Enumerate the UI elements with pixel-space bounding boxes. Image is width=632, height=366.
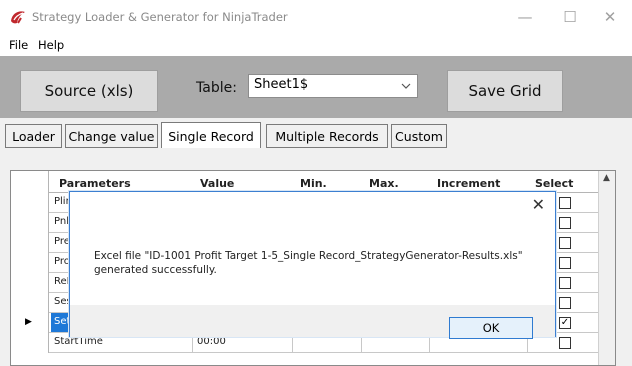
header-value[interactable]: Value: [200, 177, 234, 190]
title-bar: Strategy Loader & Generator for NinjaTra…: [0, 0, 632, 34]
row-header[interactable]: [11, 233, 49, 253]
select-checkbox[interactable]: [559, 257, 571, 269]
row-header[interactable]: [11, 213, 49, 233]
table-select[interactable]: Sheet1$: [248, 74, 418, 98]
grid-header: Parameters Value Min. Max. Increment Sel…: [11, 171, 599, 193]
maximize-button[interactable]: ☐: [550, 4, 590, 30]
select-checkbox[interactable]: [559, 237, 571, 249]
table-label: Table:: [196, 80, 237, 96]
header-parameters[interactable]: Parameters: [59, 177, 131, 190]
minimize-button[interactable]: —: [505, 4, 545, 30]
source-xls-button[interactable]: Source (xls): [20, 70, 158, 112]
window-title: Strategy Loader & Generator for NinjaTra…: [32, 10, 288, 24]
select-checkbox[interactable]: [559, 337, 571, 349]
select-checkbox[interactable]: ✓: [559, 317, 571, 329]
dialog-close-button[interactable]: ✕: [532, 195, 545, 214]
row-header[interactable]: [11, 193, 49, 213]
dialog-message: Excel file "ID-1001 Profit Target 1-5_Si…: [94, 250, 523, 276]
header-corner: [11, 171, 49, 193]
vertical-scrollbar[interactable]: ▲: [598, 171, 615, 365]
tab-custom[interactable]: Custom: [391, 124, 447, 148]
app-logo-icon: [11, 11, 25, 24]
tab-change-value[interactable]: Change value: [65, 124, 158, 148]
select-checkbox[interactable]: [559, 217, 571, 229]
menu-help[interactable]: Help: [38, 38, 64, 52]
header-increment[interactable]: Increment: [437, 177, 500, 190]
tab-single-record[interactable]: Single Record: [161, 122, 261, 149]
select-checkbox[interactable]: [559, 297, 571, 309]
ok-button[interactable]: OK: [449, 317, 533, 339]
current-row-icon: ▶: [25, 317, 32, 327]
row-header[interactable]: [11, 293, 49, 313]
select-checkbox[interactable]: [559, 197, 571, 209]
row-header[interactable]: ▶: [11, 313, 49, 333]
row-header[interactable]: [11, 333, 49, 353]
cell-parameter[interactable]: StartTime: [54, 336, 184, 347]
header-select[interactable]: Select: [535, 177, 573, 190]
cell-value[interactable]: 00:00: [197, 336, 226, 347]
scroll-up-icon[interactable]: ▲: [603, 173, 610, 183]
header-max[interactable]: Max.: [369, 177, 399, 190]
menu-file[interactable]: File: [9, 38, 28, 52]
toolbar: Source (xls) Table: Sheet1$ Save Grid: [0, 56, 632, 118]
dialog-footer: OK: [70, 305, 555, 339]
header-min[interactable]: Min.: [300, 177, 327, 190]
message-dialog: ✕ Excel file "ID-1001 Profit Target 1-5_…: [69, 191, 556, 339]
close-window-button[interactable]: ✕: [590, 4, 630, 30]
row-header[interactable]: [11, 253, 49, 273]
table-select-value: Sheet1$: [254, 77, 309, 92]
row-header[interactable]: [11, 273, 49, 293]
tab-multiple-records[interactable]: Multiple Records: [266, 124, 388, 148]
menu-bar: File Help: [0, 34, 632, 56]
save-grid-button[interactable]: Save Grid: [447, 70, 563, 112]
select-checkbox[interactable]: [559, 277, 571, 289]
tab-loader[interactable]: Loader: [5, 124, 62, 148]
chevron-down-icon: [401, 83, 411, 89]
